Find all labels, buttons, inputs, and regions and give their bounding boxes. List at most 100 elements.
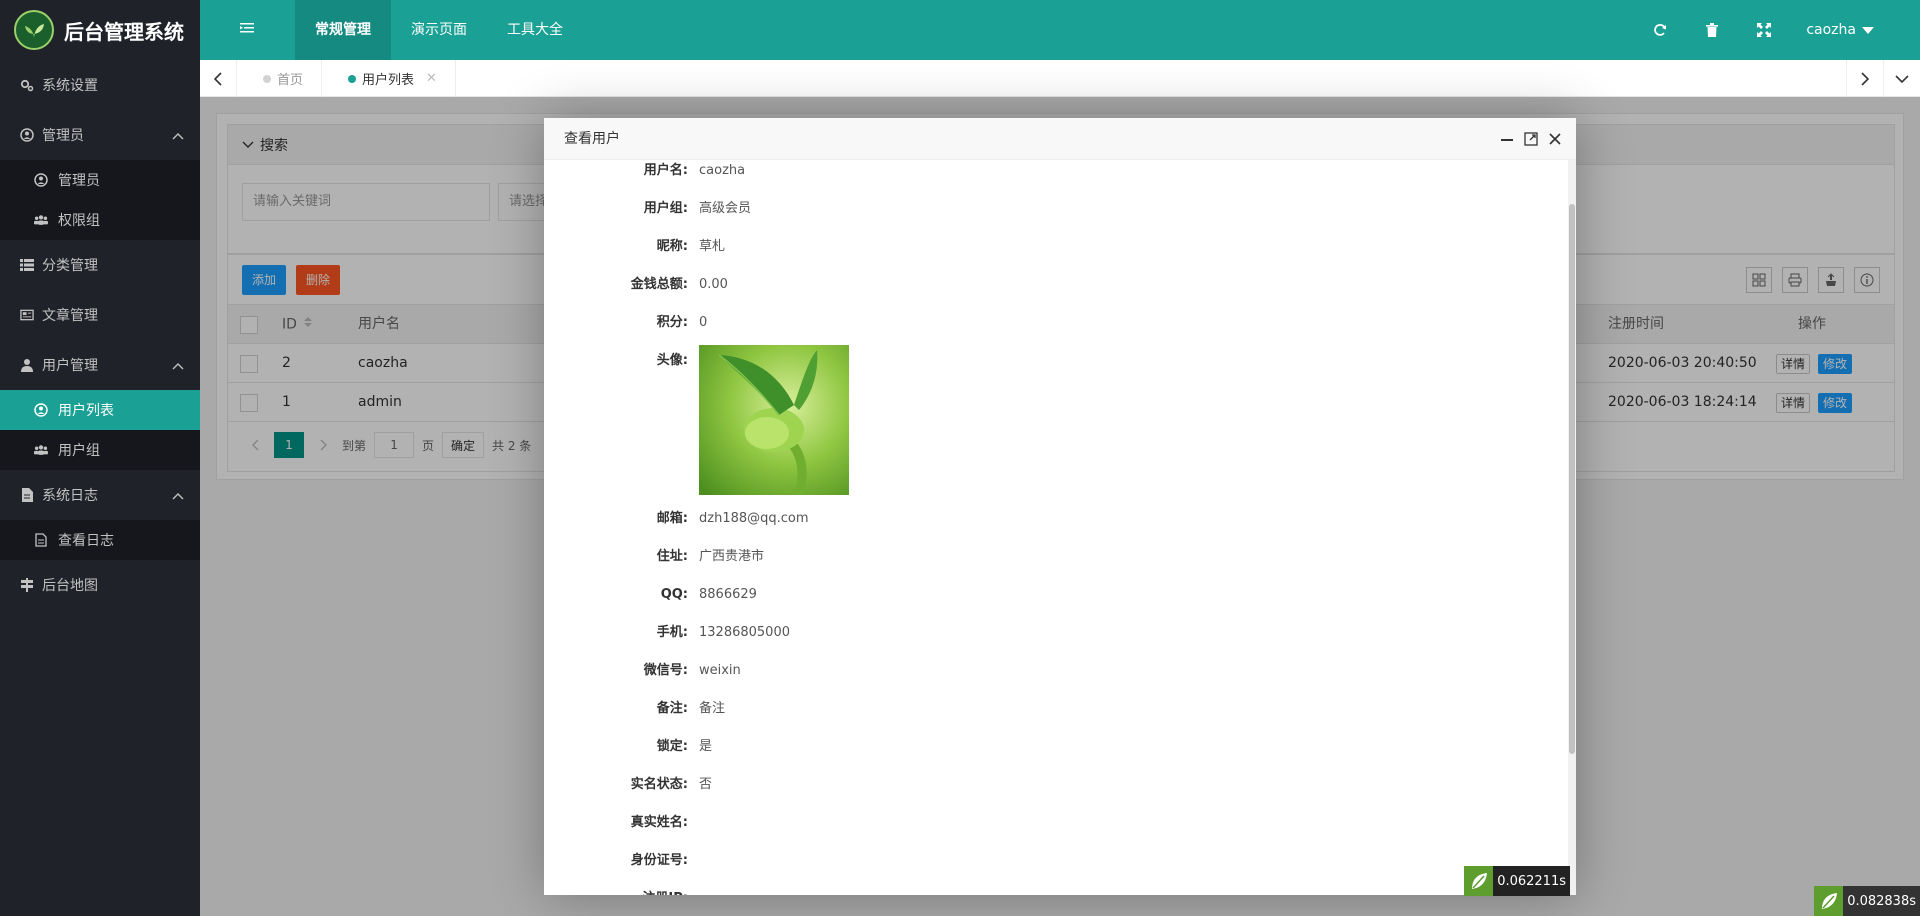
gears-icon <box>20 78 34 92</box>
map-signs-icon <box>20 578 34 592</box>
logo[interactable]: 后台管理系统 <box>0 0 200 60</box>
tab-home[interactable]: 首页 <box>237 60 323 97</box>
user-icon <box>20 358 34 372</box>
menu-system-settings[interactable]: 系统设置 <box>0 60 200 110</box>
field-label: 用户名: <box>643 163 688 178</box>
field-wechat: 微信号: weixin <box>544 652 1544 690</box>
chevron-up-icon <box>172 488 184 504</box>
sidebar-item-user-list[interactable]: 用户列表 <box>0 390 200 430</box>
field-value: 是 <box>699 739 713 754</box>
field-label: 住址: <box>656 549 688 564</box>
leaf-icon <box>1464 866 1494 896</box>
nav-tools[interactable]: 工具大全 <box>487 0 583 60</box>
tab-list: 首页 用户列表 ✕ <box>237 60 456 97</box>
modal-load-timer: 0.062211s <box>1464 866 1570 896</box>
sidebar-item-permission-group[interactable]: 权限组 <box>0 200 200 240</box>
close-icon[interactable]: ✕ <box>426 71 437 86</box>
field-value: 否 <box>699 777 713 792</box>
menu-label: 用户管理 <box>42 358 98 374</box>
sub-label: 用户组 <box>58 443 100 459</box>
file-icon <box>20 488 34 502</box>
field-label: 真实姓名: <box>630 815 688 830</box>
menu-site-map[interactable]: 后台地图 <box>0 560 200 610</box>
sidebar-item-admin[interactable]: 管理员 <box>0 160 200 200</box>
field-label: QQ: <box>660 587 688 602</box>
chevron-up-icon <box>172 128 184 144</box>
modal-title-bar[interactable]: 查看用户 <box>544 118 1576 160</box>
field-label: 头像: <box>656 353 688 368</box>
tab-label: 用户列表 <box>362 73 415 88</box>
field-verify-status: 实名状态: 否 <box>544 766 1544 804</box>
user-circle-icon <box>34 173 48 187</box>
menu-admin[interactable]: 管理员 <box>0 110 200 160</box>
maximize-icon[interactable] <box>1524 132 1538 146</box>
sidebar-item-user-group[interactable]: 用户组 <box>0 430 200 470</box>
field-label: 金钱总额: <box>630 277 688 292</box>
view-user-modal: 查看用户 用户名: caozha 用户组: 高级会员 昵称: 草札 金钱总额: 0.00… <box>544 118 1576 895</box>
modal-title: 查看用户 <box>564 131 620 147</box>
user-menu[interactable]: caozha <box>1790 22 1920 38</box>
modal-controls <box>1490 118 1562 160</box>
menu-label: 系统设置 <box>42 78 98 94</box>
tab-user-list[interactable]: 用户列表 ✕ <box>322 60 456 97</box>
field-value: dzh188@qq.com <box>699 511 809 526</box>
newspaper-icon <box>20 308 34 322</box>
fullscreen-icon[interactable] <box>1738 23 1790 37</box>
menu-user-management[interactable]: 用户管理 <box>0 340 200 390</box>
field-value: 草札 <box>699 239 726 254</box>
field-label: 昵称: <box>656 239 688 254</box>
menu-toggle-icon[interactable] <box>240 21 254 39</box>
modal-body: 用户名: caozha 用户组: 高级会员 昵称: 草札 金钱总额: 0.00 积分: 0… <box>544 160 1576 895</box>
menu-article[interactable]: 文章管理 <box>0 290 200 340</box>
field-label: 邮箱: <box>656 511 688 526</box>
field-value: 广西贵港市 <box>699 549 765 564</box>
chevron-up-icon <box>172 358 184 374</box>
tab-scroll-left-icon[interactable] <box>200 60 237 97</box>
tab-scroll-right-icon[interactable] <box>1846 60 1883 97</box>
field-avatar: 头像: <box>544 342 1544 380</box>
menu-label: 后台地图 <box>42 578 98 594</box>
refresh-icon[interactable] <box>1634 23 1686 37</box>
submenu-user: 用户列表 用户组 <box>0 390 200 470</box>
caret-down-icon <box>1862 26 1874 34</box>
field-label: 积分: <box>656 315 688 330</box>
sub-label: 查看日志 <box>58 533 114 549</box>
page-load-timer: 0.082838s <box>1814 886 1920 916</box>
field-value: 备注 <box>699 701 726 716</box>
menu-system-log[interactable]: 系统日志 <box>0 470 200 520</box>
close-icon[interactable] <box>1548 132 1562 146</box>
chevron-down-icon[interactable] <box>1883 60 1920 97</box>
sidebar-item-view-log[interactable]: 查看日志 <box>0 520 200 560</box>
field-label: 锁定: <box>656 739 688 754</box>
field-phone: 手机: 13286805000 <box>544 614 1544 652</box>
field-label: 备注: <box>656 701 688 716</box>
nav-demo[interactable]: 演示页面 <box>391 0 487 60</box>
field-locked: 锁定: 是 <box>544 728 1544 766</box>
trash-icon[interactable] <box>1686 23 1738 37</box>
header-actions: caozha <box>1634 0 1920 60</box>
list-icon <box>20 258 34 272</box>
field-reg-ip: 注册IP: <box>544 880 1544 895</box>
minimize-icon[interactable] <box>1500 132 1514 146</box>
nav-regular[interactable]: 常规管理 <box>295 0 391 60</box>
field-label: 手机: <box>656 625 688 640</box>
field-id-number: 身份证号: <box>544 842 1544 880</box>
field-nickname: 昵称: 草札 <box>544 228 1544 266</box>
timer-value: 0.062211s <box>1497 873 1566 889</box>
field-label: 身份证号: <box>630 853 688 868</box>
field-remark: 备注: 备注 <box>544 690 1544 728</box>
modal-scrollbar-thumb[interactable] <box>1569 204 1575 754</box>
timer-value: 0.082838s <box>1847 893 1916 909</box>
leaf-icon <box>1814 886 1844 916</box>
user-circle-icon <box>20 128 34 142</box>
field-value: 0 <box>699 315 708 330</box>
field-value: 0.00 <box>699 277 728 292</box>
submenu-log: 查看日志 <box>0 520 200 560</box>
menu-category[interactable]: 分类管理 <box>0 240 200 290</box>
field-value: caozha <box>699 163 746 178</box>
field-points: 积分: 0 <box>544 304 1544 342</box>
field-value: weixin <box>699 663 741 678</box>
field-address: 住址: 广西贵港市 <box>544 538 1544 576</box>
sidebar: 后台管理系统 系统设置 管理员 管理员 权限组 分类管理 文章管理 用户管理 用… <box>0 0 200 916</box>
top-header: 常规管理 演示页面 工具大全 caozha <box>200 0 1920 60</box>
